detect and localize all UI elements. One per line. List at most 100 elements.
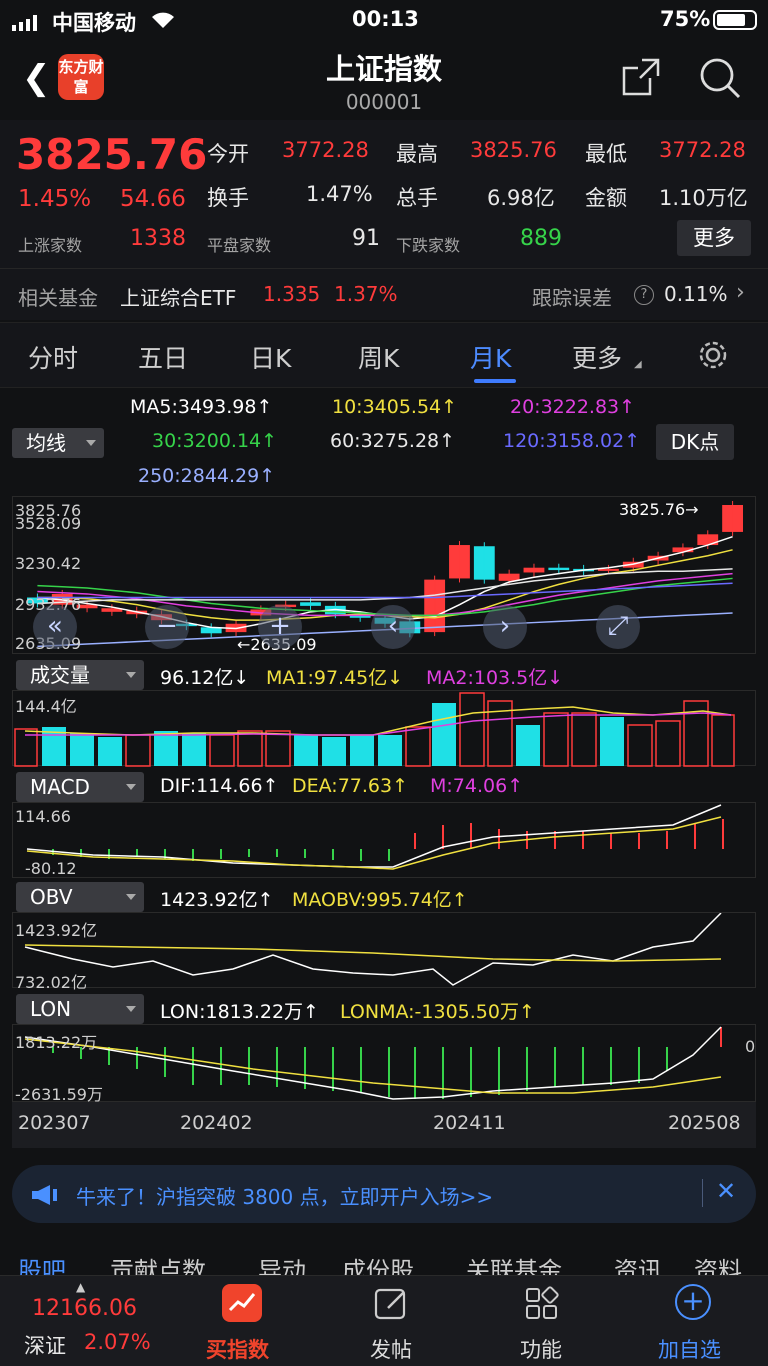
subtab-components[interactable]: 成份股 bbox=[342, 1251, 414, 1275]
vol-bar bbox=[125, 734, 151, 767]
buy-index-button[interactable]: 买指数 bbox=[206, 1334, 269, 1364]
last-price: 3825.76 bbox=[16, 130, 208, 179]
subtab-contrib[interactable]: 贡献点数 bbox=[110, 1251, 206, 1275]
next-icon[interactable]: › bbox=[483, 605, 527, 649]
post-icon[interactable] bbox=[374, 1286, 410, 1326]
dk-button[interactable]: DK点 bbox=[656, 424, 734, 460]
price-axis-3: 3230.42 bbox=[15, 554, 82, 573]
macd-svg bbox=[26, 804, 724, 870]
sz-price[interactable]: 12166.06 bbox=[32, 1296, 137, 1321]
macd-axis-top: 114.66 bbox=[15, 807, 71, 826]
change-pct: 1.45% bbox=[18, 186, 92, 212]
low-label: 最低 bbox=[585, 142, 627, 166]
ma120-label: 120:3158.02↑ bbox=[503, 430, 641, 452]
vol-ma2-line bbox=[25, 712, 732, 736]
down-count-label: 下跌家数 bbox=[396, 236, 461, 255]
function-icon[interactable] bbox=[524, 1286, 560, 1326]
amount-value: 1.10万亿 bbox=[659, 186, 748, 210]
zoom-in-icon[interactable]: + bbox=[258, 605, 302, 649]
down-count: 889 bbox=[520, 226, 562, 251]
flat-count: 91 bbox=[352, 226, 380, 251]
post-button[interactable]: 发帖 bbox=[370, 1334, 412, 1364]
buy-icon[interactable] bbox=[222, 1284, 262, 1322]
tab-five-day[interactable]: 五日 bbox=[138, 339, 188, 375]
ma20-label: 20:3222.83↑ bbox=[510, 396, 636, 418]
turnover-label: 换手 bbox=[207, 186, 249, 210]
up-count-label: 上涨家数 bbox=[18, 236, 83, 255]
macd-chart[interactable]: 114.66 -80.12 bbox=[12, 802, 756, 878]
zoom-out-icon[interactable]: − bbox=[145, 605, 189, 649]
obv-selector[interactable]: OBV bbox=[16, 882, 144, 912]
megaphone-icon bbox=[30, 1183, 62, 1211]
help-icon[interactable]: ? bbox=[634, 285, 654, 305]
promo-banner[interactable]: 牛来了！沪指突破 3800 点，立即开户入场>> ✕ bbox=[12, 1165, 756, 1223]
function-button[interactable]: 功能 bbox=[520, 1334, 562, 1364]
tab-intraday[interactable]: 分时 bbox=[28, 339, 78, 375]
maobv-value: MAOBV:995.74亿↑ bbox=[292, 889, 468, 911]
price-chart[interactable]: 3825.76 3528.09 3230.42 2932.76 2635.09 … bbox=[12, 496, 756, 654]
chart-tabs: 分时 五日 日K 周K 月K 更多 ◢ bbox=[0, 322, 768, 388]
obv-axis-top: 1423.92亿 bbox=[15, 921, 98, 940]
macd-axis-bottom: -80.12 bbox=[25, 859, 77, 878]
prev-icon[interactable]: ‹ bbox=[371, 605, 415, 649]
banner-text[interactable]: 牛来了！沪指突破 3800 点，立即开户入场>> bbox=[76, 1181, 493, 1210]
subtab-news[interactable]: 资讯 bbox=[614, 1251, 662, 1275]
scroll-left-icon[interactable]: « bbox=[33, 605, 77, 649]
search-icon[interactable] bbox=[698, 56, 742, 104]
volume-chart[interactable]: 144.4亿 bbox=[12, 690, 756, 767]
flat-count-label: 平盘家数 bbox=[207, 236, 272, 255]
subtab-funds[interactable]: 关联基金 bbox=[466, 1251, 562, 1275]
change-value: 54.66 bbox=[120, 186, 186, 212]
share-icon[interactable] bbox=[620, 56, 662, 102]
bottom-bar: ▲ 12166.06 深证 2.07% 买指数 发帖 功能 + 加自选 bbox=[0, 1275, 768, 1366]
more-button[interactable]: 更多 bbox=[677, 220, 751, 256]
tab-day-k[interactable]: 日K bbox=[250, 339, 291, 375]
macd-dea: DEA:77.63↑ bbox=[292, 775, 409, 797]
close-icon[interactable]: ✕ bbox=[716, 1177, 736, 1205]
header: ❮ 东方财富 上证指数 000001 bbox=[0, 40, 768, 120]
obv-svg bbox=[24, 912, 722, 986]
vol-bar bbox=[516, 725, 540, 766]
subtab-guba[interactable]: 股吧 bbox=[18, 1251, 66, 1275]
vol-bar bbox=[322, 737, 346, 766]
tab-month-k[interactable]: 月K bbox=[470, 339, 511, 375]
open-value: 3772.28 bbox=[282, 138, 369, 162]
subtab-movement[interactable]: 异动 bbox=[258, 1251, 306, 1275]
vol-bar bbox=[600, 717, 624, 766]
volume-value: 96.12亿↓ bbox=[160, 667, 250, 689]
carrier: 中国移动 bbox=[52, 11, 136, 35]
divider bbox=[702, 1179, 703, 1207]
high-value: 3825.76 bbox=[470, 138, 557, 162]
up-count: 1338 bbox=[130, 226, 186, 251]
chevron-right-icon[interactable]: › bbox=[736, 280, 745, 305]
low-value: 3772.28 bbox=[659, 138, 746, 162]
macd-selector[interactable]: MACD bbox=[16, 772, 144, 802]
lon-axis-zero: 0 bbox=[745, 1037, 756, 1056]
sub-tabs: 股吧 贡献点数 异动 成份股 关联基金 资讯 资料 bbox=[0, 1245, 768, 1275]
lon-chart[interactable]: 1813.22万 -2631.59万 0 bbox=[12, 1024, 756, 1104]
fullscreen-icon[interactable]: ⤢ bbox=[596, 605, 640, 649]
tab-week-k[interactable]: 周K bbox=[358, 339, 399, 375]
volume-selector[interactable]: 成交量 bbox=[16, 660, 144, 690]
vol-bar bbox=[98, 737, 122, 766]
lon-selector[interactable]: LON bbox=[16, 994, 144, 1024]
obv-axis-bottom: 732.02亿 bbox=[15, 973, 87, 992]
tab-more[interactable]: 更多 bbox=[572, 339, 622, 375]
subtab-profile[interactable]: 资料 bbox=[694, 1251, 742, 1275]
ma250-label: 250:2844.29↑ bbox=[138, 465, 276, 487]
wifi-icon bbox=[150, 10, 176, 35]
vol-bar bbox=[378, 735, 402, 766]
date-axis: 202307 202402 202411 202508 bbox=[12, 1102, 756, 1148]
obv-chart[interactable]: 1423.92亿 732.02亿 bbox=[12, 912, 756, 992]
settings-icon[interactable] bbox=[697, 339, 729, 375]
battery-icon bbox=[713, 10, 757, 30]
dea-line bbox=[26, 816, 722, 870]
add-watchlist-button[interactable]: 加自选 bbox=[658, 1334, 721, 1364]
add-icon[interactable]: + bbox=[675, 1284, 711, 1320]
ma-selector[interactable]: 均线 bbox=[12, 428, 104, 458]
lon-axis-top: 1813.22万 bbox=[15, 1033, 98, 1052]
vol-bar bbox=[459, 692, 485, 767]
vol-bar bbox=[294, 735, 318, 766]
fund-name[interactable]: 上证综合ETF bbox=[120, 282, 236, 311]
fund-price: 1.335 bbox=[263, 282, 321, 306]
